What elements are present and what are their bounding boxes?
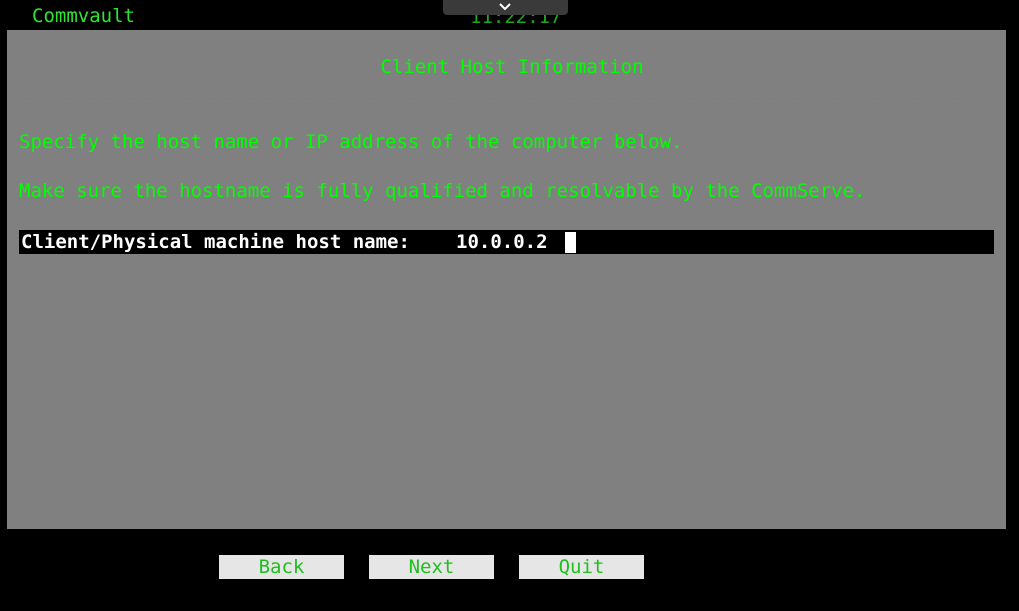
- chevron-down-icon: [499, 3, 511, 11]
- title-separator: [19, 101, 995, 102]
- quit-button[interactable]: Quit: [519, 555, 644, 579]
- dialog-panel: Client Host Information Specify the host…: [7, 30, 1006, 529]
- hostname-input[interactable]: 10.0.0.2: [456, 231, 548, 253]
- top-bar: Commvault 11:22:17: [0, 0, 1019, 30]
- instruction-line-2: Make sure the hostname is fully qualifie…: [19, 180, 866, 202]
- dialog-title: Client Host Information: [380, 56, 644, 78]
- hostname-field-row[interactable]: Client/Physical machine host name: 10.0.…: [19, 230, 994, 254]
- terminal-screen: Commvault 11:22:17 Client Host Informati…: [0, 0, 1019, 611]
- app-name: Commvault: [32, 5, 135, 27]
- hostname-field-label: Client/Physical machine host name:: [21, 231, 410, 253]
- text-cursor: [565, 232, 576, 253]
- next-button[interactable]: Next: [369, 555, 494, 579]
- pull-down-tab[interactable]: [443, 0, 568, 15]
- back-button[interactable]: Back: [219, 555, 344, 579]
- instruction-line-1: Specify the host name or IP address of t…: [19, 131, 683, 153]
